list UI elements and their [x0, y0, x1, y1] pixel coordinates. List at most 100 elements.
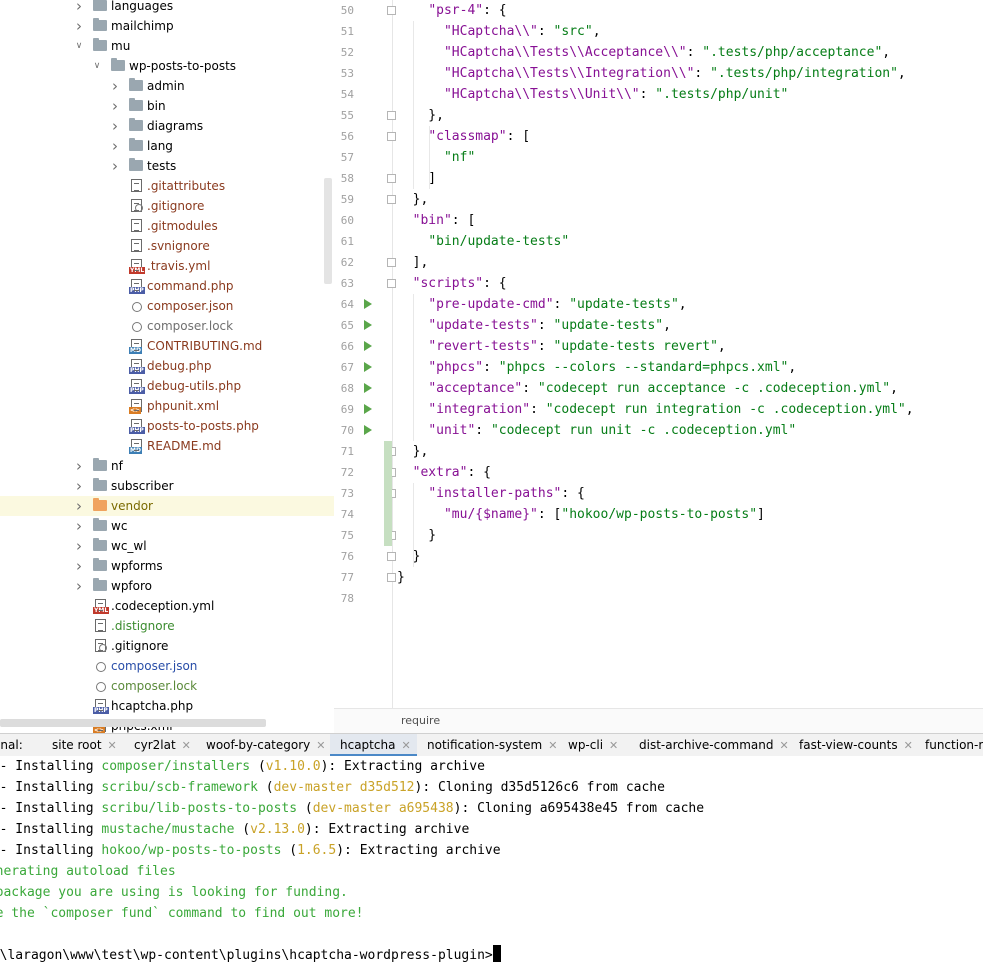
tree-item[interactable]: ∨ wp-posts-to-posts	[0, 56, 334, 76]
breadcrumb[interactable]: require	[334, 708, 983, 733]
fold-marker-icon[interactable]	[387, 132, 396, 141]
fold-marker-icon[interactable]	[387, 258, 396, 267]
tree-item[interactable]: MD CONTRIBUTING.md	[0, 336, 334, 356]
tree-item[interactable]: › nf	[0, 456, 334, 476]
terminal-tab[interactable]: wp-cli ✕	[558, 734, 629, 756]
code-line[interactable]: "HCaptcha\\": "src",	[397, 21, 601, 42]
code-line[interactable]: },	[397, 105, 444, 126]
terminal-tab[interactable]: cyr2lat ✕	[124, 734, 196, 756]
tree-item[interactable]: .gitignore	[0, 196, 334, 216]
tree-item[interactable]: <> phpunit.xml	[0, 396, 334, 416]
terminal-tab[interactable]: dist-archive-command ✕	[629, 734, 789, 756]
tree-item[interactable]: › bin	[0, 96, 334, 116]
code-line[interactable]: "scripts": {	[397, 273, 507, 294]
tree-item[interactable]: composer.json	[0, 656, 334, 676]
tree-item[interactable]: › subscriber	[0, 476, 334, 496]
close-icon[interactable]: ✕	[401, 739, 410, 752]
fold-marker-icon[interactable]	[387, 174, 396, 183]
tree-item[interactable]: .gitignore	[0, 636, 334, 656]
tree-item[interactable]: › wpforo	[0, 576, 334, 596]
tree-item[interactable]: composer.lock	[0, 316, 334, 336]
tree-item[interactable]: › wc	[0, 516, 334, 536]
code-line[interactable]: }	[397, 546, 421, 567]
terminal-tab[interactable]: fast-view-counts ✕	[789, 734, 915, 756]
chevron-right-icon[interactable]: ›	[74, 16, 84, 36]
fold-marker-icon[interactable]	[387, 279, 396, 288]
code-line[interactable]: "bin": [	[397, 210, 476, 231]
code-line[interactable]: "installer-paths": {	[397, 483, 585, 504]
tree-item[interactable]: › languages	[0, 0, 334, 16]
fold-marker-icon[interactable]	[387, 573, 396, 582]
code-line[interactable]: "classmap": [	[397, 126, 530, 147]
tree-item[interactable]: › lang	[0, 136, 334, 156]
chevron-right-icon[interactable]: ›	[74, 456, 84, 476]
chevron-right-icon[interactable]: ›	[74, 576, 84, 596]
tree-item[interactable]: › diagrams	[0, 116, 334, 136]
run-script-icon[interactable]	[364, 404, 372, 414]
run-script-icon[interactable]	[364, 320, 372, 330]
chevron-right-icon[interactable]: ›	[110, 136, 120, 156]
tree-item[interactable]: PHP debug-utils.php	[0, 376, 334, 396]
close-icon[interactable]: ✕	[182, 739, 191, 752]
tree-item[interactable]: .svnignore	[0, 236, 334, 256]
chevron-right-icon[interactable]: ›	[74, 536, 84, 556]
code-line[interactable]: "unit": "codecept run unit -c .codecepti…	[397, 420, 796, 441]
tree-item[interactable]: .gitattributes	[0, 176, 334, 196]
chevron-right-icon[interactable]: ›	[74, 476, 84, 496]
tree-item[interactable]: › vendor	[0, 496, 334, 516]
chevron-down-icon[interactable]: ∨	[92, 56, 102, 76]
tree-item[interactable]: › wpforms	[0, 556, 334, 576]
chevron-right-icon[interactable]: ›	[74, 496, 84, 516]
code-line[interactable]: "HCaptcha\\Tests\\Acceptance\\": ".tests…	[397, 42, 890, 63]
chevron-right-icon[interactable]: ›	[74, 0, 84, 16]
code-line[interactable]: "HCaptcha\\Tests\\Integration\\": ".test…	[397, 63, 906, 84]
code-line[interactable]: },	[397, 441, 429, 462]
tree-vertical-scrollbar[interactable]	[324, 178, 332, 284]
tree-item[interactable]: › wc_wl	[0, 536, 334, 556]
tree-item[interactable]: PHP hcaptcha.php	[0, 696, 334, 716]
close-icon[interactable]: ✕	[609, 739, 618, 752]
code-line[interactable]: "HCaptcha\\Tests\\Unit\\": ".tests/php/u…	[397, 84, 788, 105]
tree-item[interactable]: › mailchimp	[0, 16, 334, 36]
chevron-right-icon[interactable]: ›	[110, 156, 120, 176]
code-line[interactable]: "extra": {	[397, 462, 491, 483]
run-script-icon[interactable]	[364, 299, 372, 309]
run-script-icon[interactable]	[364, 425, 372, 435]
terminal-output[interactable]: - Installing composer/installers (v1.10.…	[0, 756, 983, 975]
terminal-tab[interactable]: woof-by-category ✕	[196, 734, 330, 756]
tree-item[interactable]: composer.lock	[0, 676, 334, 696]
code-line[interactable]: ]	[397, 168, 436, 189]
tree-item[interactable]: › tests	[0, 156, 334, 176]
code-line[interactable]: "bin/update-tests"	[397, 231, 569, 252]
terminal-cursor[interactable]	[492, 945, 501, 962]
terminal-tab[interactable]: hcaptcha ✕	[330, 734, 417, 756]
chevron-down-icon[interactable]: ∨	[74, 36, 84, 56]
code-line[interactable]: "acceptance": "codecept run acceptance -…	[397, 378, 898, 399]
tree-item[interactable]: PHP debug.php	[0, 356, 334, 376]
code-line[interactable]: "integration": "codecept run integration…	[397, 399, 913, 420]
chevron-right-icon[interactable]: ›	[74, 516, 84, 536]
code-line[interactable]: }	[397, 525, 436, 546]
tree-item[interactable]: .distignore	[0, 616, 334, 636]
close-icon[interactable]: ✕	[316, 739, 325, 752]
tree-item[interactable]: YML .codeception.yml	[0, 596, 334, 616]
close-icon[interactable]: ✕	[780, 739, 789, 752]
code-line[interactable]: "revert-tests": "update-tests revert",	[397, 336, 725, 357]
breadcrumb-item[interactable]: require	[401, 709, 440, 733]
fold-marker-icon[interactable]	[387, 195, 396, 204]
tree-item[interactable]: YML .travis.yml	[0, 256, 334, 276]
fold-marker-icon[interactable]	[387, 6, 396, 15]
terminal-tab[interactable]: notification-system ✕	[417, 734, 558, 756]
close-icon[interactable]: ✕	[548, 739, 557, 752]
code-line[interactable]: "phpcs": "phpcs --colors --standard=phpc…	[397, 357, 796, 378]
code-line[interactable]: "psr-4": {	[397, 0, 506, 21]
tree-item[interactable]: .gitmodules	[0, 216, 334, 236]
chevron-right-icon[interactable]: ›	[110, 96, 120, 116]
close-icon[interactable]: ✕	[904, 739, 913, 752]
code-line[interactable]: "update-tests": "update-tests",	[397, 315, 671, 336]
terminal-tab[interactable]: site root ✕	[42, 734, 124, 756]
tree-item[interactable]: composer.json	[0, 296, 334, 316]
run-script-icon[interactable]	[364, 383, 372, 393]
close-icon[interactable]: ✕	[108, 739, 117, 752]
code-line[interactable]: "mu/{$name}": ["hokoo/wp-posts-to-posts"…	[397, 504, 765, 525]
